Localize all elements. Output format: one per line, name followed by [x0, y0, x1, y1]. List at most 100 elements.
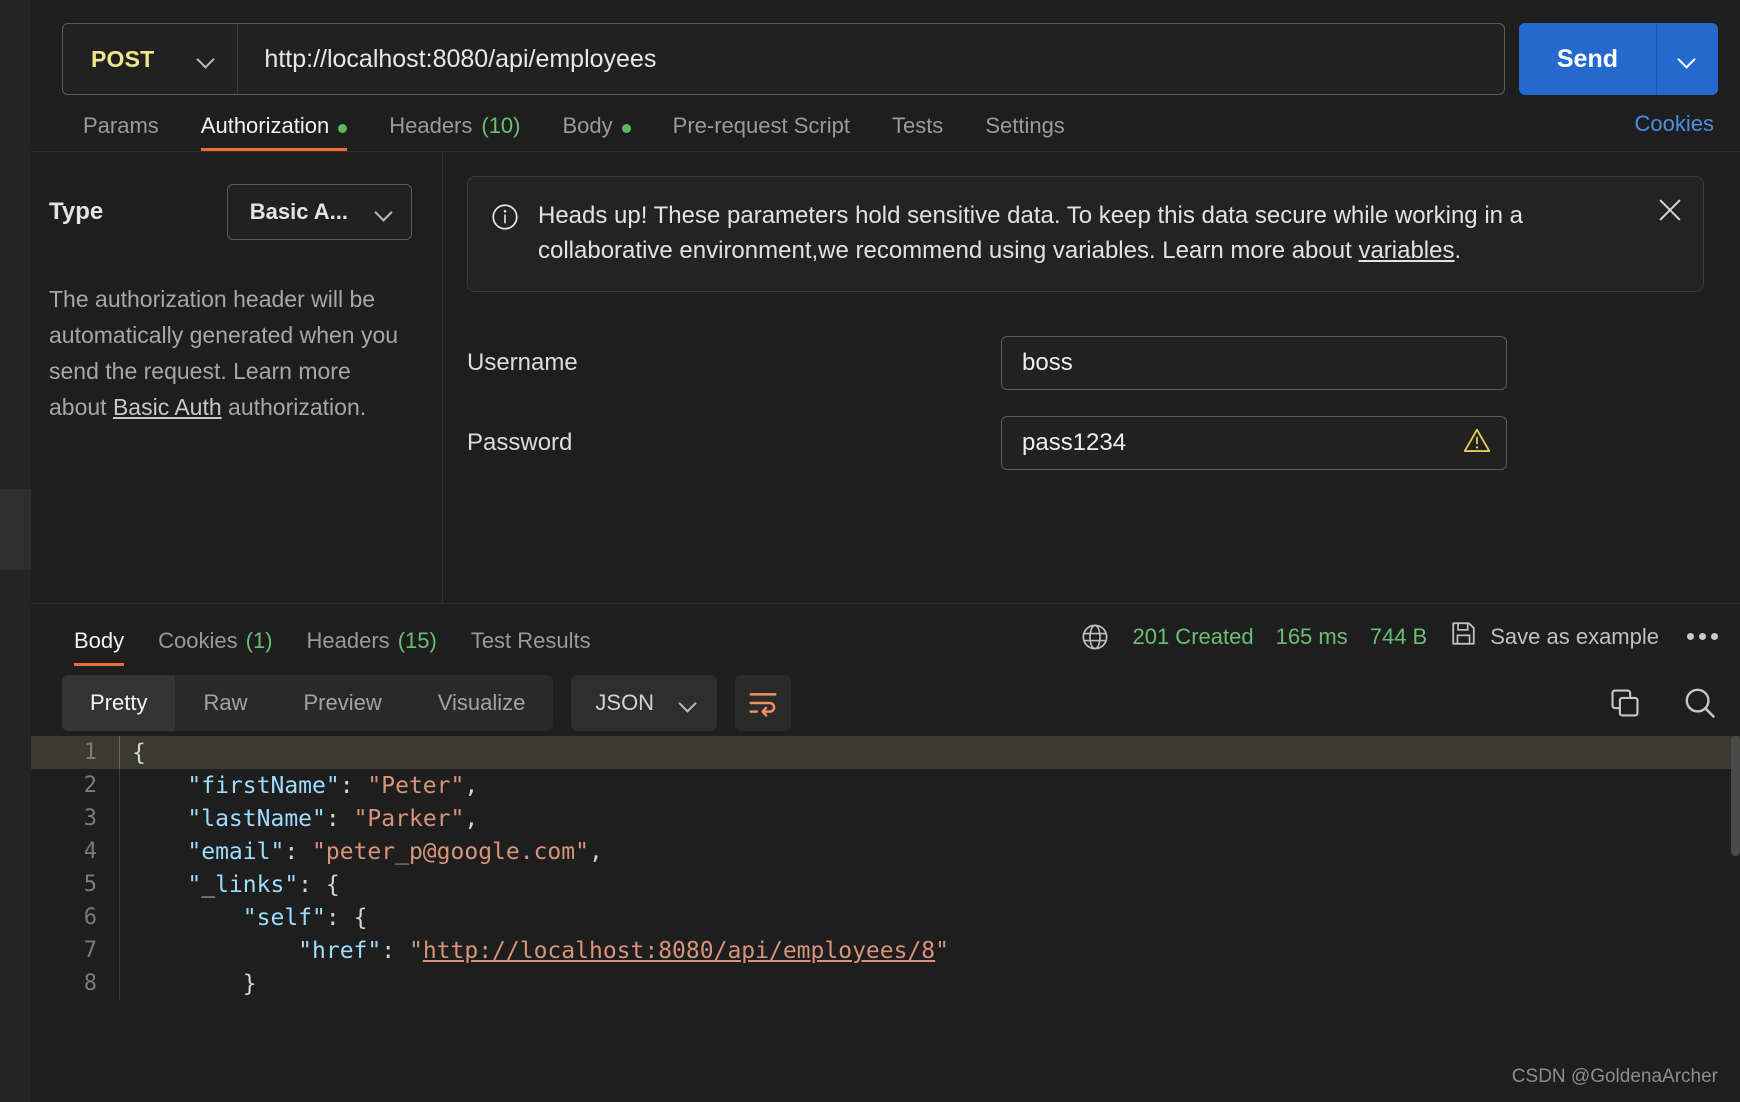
watermark: CSDN @GoldenaArcher	[1511, 1066, 1718, 1087]
response-tab-test-results[interactable]: Test Results	[454, 630, 608, 666]
rail-segment-active[interactable]	[0, 489, 31, 570]
response-tab-label: Headers	[306, 628, 390, 653]
tab-params[interactable]: Params	[62, 115, 180, 151]
code-text: "lastName": "Parker",	[119, 802, 1740, 835]
code-text: "_links": {	[119, 868, 1740, 901]
response-format-bar: Pretty Raw Preview Visualize JSON	[31, 666, 1740, 736]
save-as-example-button[interactable]: Save as example	[1449, 619, 1659, 654]
tab-settings[interactable]: Settings	[964, 115, 1086, 151]
save-as-example-label: Save as example	[1490, 623, 1659, 649]
modified-dot-icon	[338, 124, 348, 133]
password-row: Password pass1234	[467, 415, 1704, 470]
close-icon[interactable]	[1655, 195, 1685, 225]
globe-icon[interactable]	[1080, 622, 1110, 652]
password-input[interactable]: pass1234	[1001, 415, 1507, 470]
tab-label: Pre-request Script	[672, 113, 850, 138]
vertical-scrollbar[interactable]	[1731, 736, 1740, 1102]
format-tab-visualize[interactable]: Visualize	[410, 675, 554, 731]
code-text: "firstName": "Peter",	[119, 769, 1740, 802]
send-options-button[interactable]	[1656, 23, 1718, 95]
code-text: "email": "peter_p@google.com",	[119, 835, 1740, 868]
code-line: 1{	[31, 736, 1740, 769]
code-lines: 1{2 "firstName": "Peter", 3 "lastName": "…	[31, 736, 1740, 1000]
search-icon[interactable]	[1682, 685, 1718, 721]
authorization-panel: Type Basic A... The authorization header…	[31, 152, 1740, 604]
line-number: 5	[83, 872, 97, 897]
variables-link[interactable]: variables	[1358, 237, 1454, 264]
tab-label: Headers	[389, 113, 473, 138]
tab-label: Tests	[891, 113, 944, 138]
tab-label: Params	[83, 113, 159, 138]
code-line: 6 "self": {	[31, 901, 1740, 934]
more-options-icon[interactable]	[1687, 633, 1718, 640]
username-row: Username boss	[467, 335, 1704, 390]
tab-count: (10)	[481, 113, 521, 138]
response-tab-count: (15)	[397, 628, 437, 653]
send-button-group: Send	[1518, 23, 1718, 95]
format-tab-raw[interactable]: Raw	[175, 675, 275, 731]
wrap-lines-button[interactable]	[735, 675, 792, 731]
chevron-down-icon	[376, 204, 393, 221]
sensitive-data-notice: Heads up! These parameters hold sensitiv…	[467, 176, 1704, 292]
code-line: 4 "email": "peter_p@google.com",	[31, 835, 1740, 868]
code-line: 7 "href": " http://localhost:8080/api/emp…	[31, 934, 1740, 967]
password-value: pass1234	[1022, 428, 1127, 456]
code-line: 8 }	[31, 967, 1740, 1000]
save-icon	[1449, 619, 1478, 654]
response-header: Body Cookies (1) Headers (15) Test Resul…	[31, 604, 1740, 666]
auth-type-row: Type Basic A...	[49, 184, 412, 240]
copy-icon[interactable]	[1608, 686, 1642, 720]
tab-pre-request-script[interactable]: Pre-request Script	[652, 115, 871, 151]
cookies-link[interactable]: Cookies	[1635, 111, 1714, 151]
wrap-lines-icon	[749, 693, 777, 717]
response-tab-label: Cookies	[158, 628, 238, 653]
url-input-wrapper: POST http://localhost:8080/api/employees	[62, 23, 1505, 95]
tab-authorization[interactable]: Authorization	[180, 115, 368, 151]
tab-label: Settings	[985, 113, 1065, 138]
username-input[interactable]: boss	[1001, 335, 1507, 390]
response-tabs: Body Cookies (1) Headers (15) Test Resul…	[62, 630, 608, 666]
response-meta: 201 Created 165 ms 744 B Save as example	[1080, 619, 1718, 666]
response-time: 165 ms	[1275, 623, 1348, 649]
auth-description: The authorization header will be automat…	[49, 282, 412, 426]
send-button[interactable]: Send	[1518, 23, 1656, 95]
line-number: 4	[83, 839, 97, 864]
response-tab-body[interactable]: Body	[62, 630, 141, 666]
info-icon	[490, 202, 520, 237]
tab-tests[interactable]: Tests	[871, 115, 964, 151]
url-input[interactable]: http://localhost:8080/api/employees	[238, 45, 656, 74]
code-text: "href": " http://localhost:8080/api/emplo…	[119, 934, 1740, 967]
auth-type-column: Type Basic A... The authorization header…	[31, 152, 443, 603]
auth-type-select[interactable]: Basic A...	[226, 184, 412, 240]
format-tab-preview[interactable]: Preview	[275, 675, 409, 731]
language-select[interactable]: JSON	[571, 675, 718, 731]
response-tab-count: (1)	[245, 628, 273, 653]
language-value: JSON	[595, 690, 655, 715]
code-text: "self": {	[119, 901, 1740, 934]
tab-headers[interactable]: Headers (10)	[368, 115, 541, 151]
response-size: 744 B	[1369, 623, 1428, 649]
response-tab-cookies[interactable]: Cookies (1)	[141, 630, 289, 666]
basic-auth-link[interactable]: Basic Auth	[113, 394, 222, 420]
line-number: 3	[83, 806, 97, 831]
method-selector[interactable]: POST	[63, 24, 239, 94]
format-tab-pretty[interactable]: Pretty	[62, 675, 176, 731]
postman-window: POST http://localhost:8080/api/employees…	[0, 0, 1740, 1102]
left-rail	[0, 0, 31, 1102]
modified-dot-icon	[621, 124, 631, 133]
chevron-down-icon	[680, 695, 697, 712]
auth-type-value: Basic A...	[249, 199, 348, 224]
password-label: Password	[467, 428, 573, 456]
response-tab-headers[interactable]: Headers (15)	[290, 630, 454, 666]
rail-segment-top	[0, 0, 31, 489]
response-actions	[1608, 685, 1718, 721]
tab-body[interactable]: Body	[542, 115, 652, 151]
response-tab-label: Test Results	[470, 628, 591, 653]
response-panel: Body Cookies (1) Headers (15) Test Resul…	[31, 604, 1740, 1102]
chevron-down-icon	[198, 51, 215, 68]
line-number: 6	[83, 905, 97, 930]
main-panel: POST http://localhost:8080/api/employees…	[31, 0, 1740, 1102]
notice-text-post: .	[1454, 236, 1462, 264]
response-body-code[interactable]: 1{2 "firstName": "Peter", 3 "lastName": "…	[31, 736, 1740, 1102]
code-text: {	[119, 736, 1740, 769]
